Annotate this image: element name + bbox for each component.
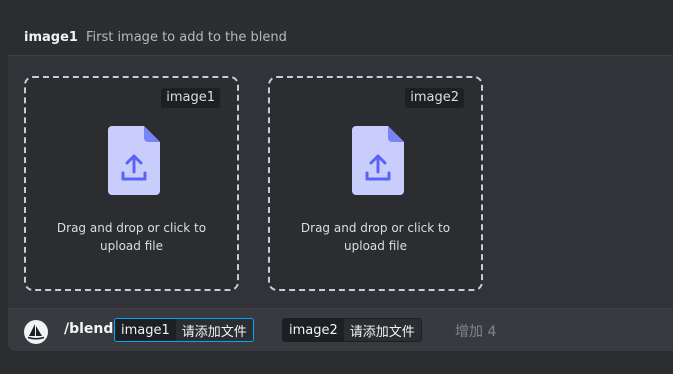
slash-command-panel: image1 First image to add to the blend i… bbox=[8, 19, 673, 351]
option-description: First image to add to the blend bbox=[85, 29, 287, 45]
option-chip-image1[interactable]: image1 请添加文件 bbox=[114, 318, 254, 342]
midjourney-sailboat-icon bbox=[24, 320, 48, 344]
option-description-header: image1 First image to add to the blend bbox=[8, 19, 673, 56]
more-options-button[interactable]: 增加 4 bbox=[455, 321, 496, 341]
file-upload-icon bbox=[108, 126, 160, 195]
option-name: image1 bbox=[24, 29, 78, 45]
dropzone-tag: image2 bbox=[405, 88, 464, 108]
option-chip-image2[interactable]: image2 请添加文件 bbox=[282, 318, 422, 342]
dropzone-instructions: Drag and drop or click to upload file bbox=[300, 221, 451, 253]
image1-dropzone[interactable]: image1 Drag and drop or click to upload … bbox=[24, 76, 239, 291]
image2-dropzone[interactable]: image2 Drag and drop or click to upload … bbox=[268, 76, 483, 291]
file-upload-icon bbox=[352, 126, 404, 195]
option-chip-name: image1 bbox=[115, 319, 176, 341]
dropzone-tag: image1 bbox=[161, 88, 220, 108]
command-name: /blend bbox=[64, 321, 114, 337]
command-input-bar[interactable]: /blend image1 请添加文件 image2 请添加文件 增加 4 bbox=[8, 308, 673, 351]
option-chip-name: image2 bbox=[283, 319, 344, 341]
option-chip-value[interactable]: 请添加文件 bbox=[175, 319, 253, 341]
dropzone-instructions: Drag and drop or click to upload file bbox=[56, 221, 207, 253]
option-chip-value[interactable]: 请添加文件 bbox=[343, 319, 421, 341]
